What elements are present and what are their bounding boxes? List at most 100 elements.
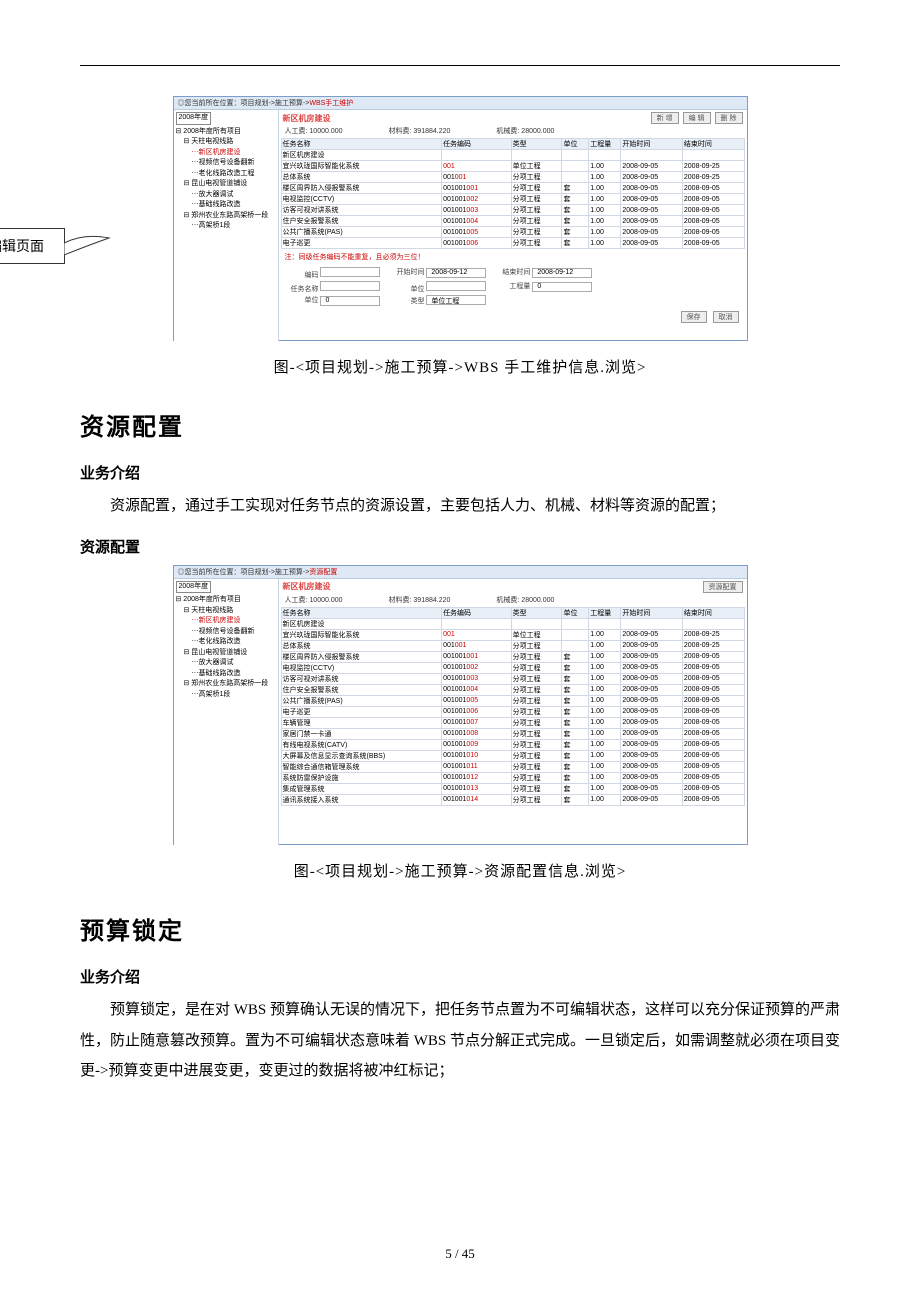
figure-caption-1: 图-<项目规划->施工预算->WBS 手工维护信息.浏览> <box>80 356 840 377</box>
tree-node[interactable]: ⋯视频信号设备翻新 <box>176 158 276 169</box>
breadcrumb-leaf: 资源配置 <box>309 569 337 576</box>
tree-node[interactable]: ⊟ 郑州农业东路高架桥一段 <box>176 679 276 690</box>
table-row[interactable]: 家居门禁一卡通001001008分项工程套1.002008-09-052008-… <box>281 728 744 739</box>
table-row[interactable]: 访客可视对讲系统001001003分项工程套1.002008-09-052008… <box>281 205 744 216</box>
subhead-resource-config: 资源配置 <box>80 536 840 557</box>
task-input[interactable] <box>320 281 380 291</box>
year-select[interactable]: 2008年度 <box>176 112 212 125</box>
subhead-intro-1: 业务介绍 <box>80 462 840 483</box>
column-header: 结束时间 <box>682 607 744 618</box>
table-row[interactable]: 楼区周界防入侵报警系统001001001分项工程套1.002008-09-052… <box>281 651 744 662</box>
page-top-rule <box>80 65 840 66</box>
action-button[interactable]: 删 除 <box>715 112 743 124</box>
column-header: 类型 <box>511 607 562 618</box>
tree-node[interactable]: ⊟ 2008年度所有项目 <box>176 595 276 606</box>
table-row[interactable]: 智能综合通信箱管理系统001001011分项工程套1.002008-09-052… <box>281 761 744 772</box>
table-row[interactable]: 有线电视系统(CATV)001001009分项工程套1.002008-09-05… <box>281 739 744 750</box>
callout-text: 新增，编辑页面 <box>0 236 44 256</box>
cost-summary: 人工费: 10000.000 材料费: 391884.220 机械费: 2800… <box>281 124 745 138</box>
column-header: 工程量 <box>589 139 621 150</box>
tree-node[interactable]: ⊟ 昆山电视管道铺设 <box>176 648 276 659</box>
form-button[interactable]: 保存 <box>681 311 707 323</box>
tree-node[interactable]: ⋯基础线路改造 <box>176 200 276 211</box>
column-header: 任务名称 <box>281 607 442 618</box>
wbs-table: 任务名称任务编码类型单位工程量开始时间结束时间 新区机房建设宜兴玖珑国际智能化系… <box>281 607 745 806</box>
column-header: 单位 <box>562 607 589 618</box>
callout-tail-icon <box>64 233 114 263</box>
table-row[interactable]: 宜兴玖珑国际智能化系统001单位工程1.002008-09-052008-09-… <box>281 629 744 640</box>
table-row[interactable]: 宜兴玖珑国际智能化系统001单位工程1.002008-09-052008-09-… <box>281 161 744 172</box>
start-input[interactable]: 2008-09-12 <box>426 268 486 278</box>
table-row[interactable]: 集成管理系统001001013分项工程套1.002008-09-052008-0… <box>281 783 744 794</box>
subhead-intro-2: 业务介绍 <box>80 966 840 987</box>
table-row[interactable]: 新区机房建设 <box>281 618 744 629</box>
tree-node[interactable]: ⋯老化线路改造工程 <box>176 169 276 180</box>
column-header: 工程量 <box>589 607 621 618</box>
table-row[interactable]: 电视监控(CCTV)001001002分项工程套1.002008-09-0520… <box>281 662 744 673</box>
form-button[interactable]: 取消 <box>713 311 739 323</box>
breadcrumb-prefix: 您当前所在位置：项目规划->施工预算-> <box>185 569 310 576</box>
section-resource-config: 资源配置 <box>80 407 840 442</box>
table-row[interactable]: 总体系统001001分项工程1.002008-09-052008-09-25 <box>281 172 744 183</box>
column-header: 开始时间 <box>621 607 683 618</box>
table-row[interactable]: 通讯系统接入系统001001014分项工程套1.002008-09-052008… <box>281 794 744 805</box>
table-row[interactable]: 系统防雷保护设施001001012分项工程套1.002008-09-052008… <box>281 772 744 783</box>
table-row[interactable]: 电视监控(CCTV)001001002分项工程套1.002008-09-0520… <box>281 194 744 205</box>
tree-node[interactable]: ⊟ 天柱电视线路 <box>176 137 276 148</box>
action-button[interactable]: 编 辑 <box>683 112 711 124</box>
qty-input[interactable]: 0 <box>532 282 592 292</box>
table-row[interactable]: 公共广播系统(PAS)001001005分项工程套1.002008-09-052… <box>281 227 744 238</box>
page-number: 5 / 45 <box>0 1246 920 1262</box>
tree-node[interactable]: ⋯老化线路改造 <box>176 637 276 648</box>
edit-form: 编码 开始时间 2008-09-12 结束时间 2008-09-12 任务名称 … <box>281 265 745 309</box>
table-row[interactable]: 访客可视对讲系统001001003分项工程套1.002008-09-052008… <box>281 673 744 684</box>
column-header: 单位 <box>562 139 589 150</box>
tree-node[interactable]: ⋯放大器调试 <box>176 658 276 669</box>
figure-caption-2: 图-<项目规划->施工预算->资源配置信息.浏览> <box>80 860 840 881</box>
breadcrumb: ◎您当前所在位置：项目规划->施工预算->资源配置 <box>174 566 747 579</box>
column-header: 任务编码 <box>442 607 512 618</box>
cost-summary: 人工费: 10000.000 材料费: 391884.220 机械费: 2800… <box>281 593 745 607</box>
note: 注：同级任务编码不能重复，且必须为三位！ <box>285 252 741 262</box>
table-row[interactable]: 电子巡更001001006分项工程套1.002008-09-052008-09-… <box>281 706 744 717</box>
column-header: 任务名称 <box>281 139 442 150</box>
table-row[interactable]: 住户安全报警系统001001004分项工程套1.002008-09-052008… <box>281 684 744 695</box>
breadcrumb-leaf: WBS手工维护 <box>309 100 353 107</box>
code-input[interactable] <box>320 267 380 277</box>
tree-node[interactable]: ⋯放大器调试 <box>176 190 276 201</box>
table-row[interactable]: 楼区周界防入侵报警系统001001001分项工程套1.002008-09-052… <box>281 183 744 194</box>
screenshot-wbs-maintain: ◎您当前所在位置：项目规划->施工预算->WBS手工维护 2008年度 ⊟ 20… <box>173 96 748 341</box>
action-button[interactable]: 新 增 <box>651 112 679 124</box>
table-row[interactable]: 大屏幕及信息显示查询系统(BBS)001001010分项工程套1.002008-… <box>281 750 744 761</box>
resource-config-button[interactable]: 资源配置 <box>703 581 743 593</box>
tree-node[interactable]: ⊟ 郑州农业东路高架桥一段 <box>176 211 276 222</box>
section-budget-lock: 预算锁定 <box>80 911 840 946</box>
table-row[interactable]: 车辆管理001001007分项工程套1.002008-09-052008-09-… <box>281 717 744 728</box>
panel-title: 新区机房建设 <box>283 113 331 124</box>
column-header: 任务编码 <box>442 139 512 150</box>
tree-node[interactable]: ⊟ 天柱电视线路 <box>176 606 276 617</box>
para-budget-lock: 预算锁定，是在对 WBS 预算确认无误的情况下，把任务节点置为不可编辑状态，这样… <box>80 995 840 1087</box>
end-input[interactable]: 2008-09-12 <box>532 268 592 278</box>
callout-bubble: 新增，编辑页面 <box>0 228 65 264</box>
tree-node[interactable]: ⋯高架桥1段 <box>176 690 276 701</box>
tree-node[interactable]: ⋯新区机房建设 <box>176 148 276 159</box>
table-row[interactable]: 总体系统001001分项工程1.002008-09-052008-09-25 <box>281 640 744 651</box>
table-row[interactable]: 电子巡更001001006分项工程套1.002008-09-052008-09-… <box>281 238 744 249</box>
screenshot-resource-config: ◎您当前所在位置：项目规划->施工预算->资源配置 2008年度 ⊟ 2008年… <box>173 565 748 845</box>
tree-node[interactable]: ⊟ 昆山电视管道铺设 <box>176 179 276 190</box>
column-header: 结束时间 <box>682 139 744 150</box>
type-input[interactable]: 单位工程 <box>426 295 486 305</box>
tree-node[interactable]: ⋯基础线路改造 <box>176 669 276 680</box>
table-row[interactable]: 住户安全报警系统001001004分项工程套1.002008-09-052008… <box>281 216 744 227</box>
table-row[interactable]: 新区机房建设 <box>281 150 744 161</box>
tree-node[interactable]: ⋯新区机房建设 <box>176 616 276 627</box>
table-row[interactable]: 公共广播系统(PAS)001001005分项工程套1.002008-09-052… <box>281 695 744 706</box>
tree-node[interactable]: ⊟ 2008年度所有项目 <box>176 127 276 138</box>
para-resource-intro: 资源配置，通过手工实现对任务节点的资源设置，主要包括人力、机械、材料等资源的配置… <box>80 491 840 522</box>
year-select[interactable]: 2008年度 <box>176 581 212 594</box>
tree-node[interactable]: ⋯高架桥1段 <box>176 221 276 232</box>
tree-node[interactable]: ⋯视频信号设备翻新 <box>176 627 276 638</box>
unit-input[interactable] <box>426 281 486 291</box>
unit2-input[interactable]: 0 <box>320 296 380 306</box>
